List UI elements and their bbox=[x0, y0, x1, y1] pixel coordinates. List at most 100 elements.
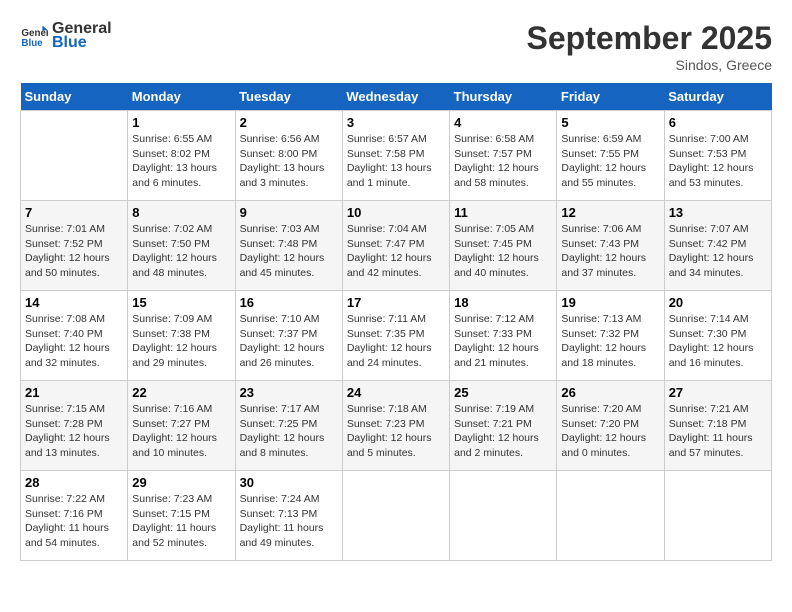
calendar-cell: 17 Sunrise: 7:11 AMSunset: 7:35 PMDayligh… bbox=[342, 291, 449, 381]
day-info: Sunrise: 7:11 AMSunset: 7:35 PMDaylight:… bbox=[347, 312, 445, 371]
day-info: Sunrise: 7:09 AMSunset: 7:38 PMDaylight:… bbox=[132, 312, 230, 371]
day-number: 6 bbox=[669, 115, 767, 130]
calendar-cell: 25Sunrise: 7:19 AMSunset: 7:21 PMDayligh… bbox=[450, 381, 557, 471]
calendar-cell: 4 Sunrise: 6:58 AMSunset: 7:57 PMDaylight… bbox=[450, 111, 557, 201]
calendar-cell: 23 Sunrise: 7:17 AMSunset: 7:25 PMDayligh… bbox=[235, 381, 342, 471]
svg-text:Blue: Blue bbox=[21, 38, 43, 49]
calendar-cell: 18 Sunrise: 7:12 AMSunset: 7:33 PMDayligh… bbox=[450, 291, 557, 381]
title-block: September 2025 Sindos, Greece bbox=[527, 20, 772, 73]
day-info: Sunrise: 7:03 AMSunset: 7:48 PMDaylight:… bbox=[240, 222, 338, 281]
calendar-cell: 7 Sunrise: 7:01 AMSunset: 7:52 PMDaylight… bbox=[21, 201, 128, 291]
calendar-week-row: 28 Sunrise: 7:22 AMSunset: 7:16 PMDayligh… bbox=[21, 471, 772, 561]
day-number: 30 bbox=[240, 475, 338, 490]
day-info: Sunrise: 7:23 AMSunset: 7:15 PMDaylight:… bbox=[132, 492, 230, 551]
day-info: Sunrise: 6:58 AMSunset: 7:57 PMDaylight:… bbox=[454, 132, 552, 191]
page-header: General Blue General Blue September 2025… bbox=[20, 20, 772, 73]
day-info: Sunrise: 6:57 AMSunset: 7:58 PMDaylight:… bbox=[347, 132, 445, 191]
day-number: 26 bbox=[561, 385, 659, 400]
calendar-week-row: 7 Sunrise: 7:01 AMSunset: 7:52 PMDaylight… bbox=[21, 201, 772, 291]
day-number: 2 bbox=[240, 115, 338, 130]
day-of-week-header: Wednesday bbox=[342, 83, 449, 111]
day-info: Sunrise: 7:06 AMSunset: 7:43 PMDaylight:… bbox=[561, 222, 659, 281]
calendar-cell: 8 Sunrise: 7:02 AMSunset: 7:50 PMDaylight… bbox=[128, 201, 235, 291]
calendar-cell: 27 Sunrise: 7:21 AMSunset: 7:18 PMDayligh… bbox=[664, 381, 771, 471]
day-number: 18 bbox=[454, 295, 552, 310]
calendar-cell: 9Sunrise: 7:03 AMSunset: 7:48 PMDaylight… bbox=[235, 201, 342, 291]
day-of-week-header: Sunday bbox=[21, 83, 128, 111]
day-number: 13 bbox=[669, 205, 767, 220]
day-number: 24 bbox=[347, 385, 445, 400]
calendar-cell: 6 Sunrise: 7:00 AMSunset: 7:53 PMDaylight… bbox=[664, 111, 771, 201]
day-number: 7 bbox=[25, 205, 123, 220]
day-number: 29 bbox=[132, 475, 230, 490]
calendar-cell: 22 Sunrise: 7:16 AMSunset: 7:27 PMDayligh… bbox=[128, 381, 235, 471]
day-number: 27 bbox=[669, 385, 767, 400]
day-info: Sunrise: 7:12 AMSunset: 7:33 PMDaylight:… bbox=[454, 312, 552, 371]
calendar-cell: 11Sunrise: 7:05 AMSunset: 7:45 PMDayligh… bbox=[450, 201, 557, 291]
calendar-cell: 29 Sunrise: 7:23 AMSunset: 7:15 PMDayligh… bbox=[128, 471, 235, 561]
day-number: 19 bbox=[561, 295, 659, 310]
day-number: 21 bbox=[25, 385, 123, 400]
day-of-week-header: Friday bbox=[557, 83, 664, 111]
calendar-cell: 1Sunrise: 6:55 AMSunset: 8:02 PMDaylight… bbox=[128, 111, 235, 201]
calendar-cell: 2 Sunrise: 6:56 AMSunset: 8:00 PMDaylight… bbox=[235, 111, 342, 201]
day-info: Sunrise: 7:17 AMSunset: 7:25 PMDaylight:… bbox=[240, 402, 338, 461]
day-number: 8 bbox=[132, 205, 230, 220]
day-number: 15 bbox=[132, 295, 230, 310]
day-info: Sunrise: 7:01 AMSunset: 7:52 PMDaylight:… bbox=[25, 222, 123, 281]
day-number: 4 bbox=[454, 115, 552, 130]
logo: General Blue General Blue bbox=[20, 20, 112, 52]
day-info: Sunrise: 7:16 AMSunset: 7:27 PMDaylight:… bbox=[132, 402, 230, 461]
day-info: Sunrise: 7:18 AMSunset: 7:23 PMDaylight:… bbox=[347, 402, 445, 461]
calendar-cell: 12 Sunrise: 7:06 AMSunset: 7:43 PMDayligh… bbox=[557, 201, 664, 291]
calendar-header-row: SundayMondayTuesdayWednesdayThursdayFrid… bbox=[21, 83, 772, 111]
day-info: Sunrise: 7:02 AMSunset: 7:50 PMDaylight:… bbox=[132, 222, 230, 281]
calendar-week-row: 14 Sunrise: 7:08 AMSunset: 7:40 PMDayligh… bbox=[21, 291, 772, 381]
calendar-cell: 19 Sunrise: 7:13 AMSunset: 7:32 PMDayligh… bbox=[557, 291, 664, 381]
day-info: Sunrise: 7:04 AMSunset: 7:47 PMDaylight:… bbox=[347, 222, 445, 281]
calendar-cell: 3Sunrise: 6:57 AMSunset: 7:58 PMDaylight… bbox=[342, 111, 449, 201]
calendar-cell: 28 Sunrise: 7:22 AMSunset: 7:16 PMDayligh… bbox=[21, 471, 128, 561]
day-info: Sunrise: 7:13 AMSunset: 7:32 PMDaylight:… bbox=[561, 312, 659, 371]
calendar-cell: 30 Sunrise: 7:24 AMSunset: 7:13 PMDayligh… bbox=[235, 471, 342, 561]
day-number: 16 bbox=[240, 295, 338, 310]
day-number: 17 bbox=[347, 295, 445, 310]
calendar-cell: 26 Sunrise: 7:20 AMSunset: 7:20 PMDayligh… bbox=[557, 381, 664, 471]
day-of-week-header: Monday bbox=[128, 83, 235, 111]
day-number: 10 bbox=[347, 205, 445, 220]
day-of-week-header: Tuesday bbox=[235, 83, 342, 111]
day-number: 5 bbox=[561, 115, 659, 130]
day-number: 20 bbox=[669, 295, 767, 310]
day-number: 1 bbox=[132, 115, 230, 130]
day-info: Sunrise: 7:07 AMSunset: 7:42 PMDaylight:… bbox=[669, 222, 767, 281]
day-info: Sunrise: 7:00 AMSunset: 7:53 PMDaylight:… bbox=[669, 132, 767, 191]
day-number: 23 bbox=[240, 385, 338, 400]
calendar-cell: 16Sunrise: 7:10 AMSunset: 7:37 PMDayligh… bbox=[235, 291, 342, 381]
calendar-cell bbox=[664, 471, 771, 561]
calendar-table: SundayMondayTuesdayWednesdayThursdayFrid… bbox=[20, 83, 772, 561]
location-title: Sindos, Greece bbox=[527, 57, 772, 73]
month-title: September 2025 bbox=[527, 20, 772, 57]
day-number: 25 bbox=[454, 385, 552, 400]
calendar-week-row: 1Sunrise: 6:55 AMSunset: 8:02 PMDaylight… bbox=[21, 111, 772, 201]
calendar-cell: 14 Sunrise: 7:08 AMSunset: 7:40 PMDayligh… bbox=[21, 291, 128, 381]
day-number: 28 bbox=[25, 475, 123, 490]
day-number: 12 bbox=[561, 205, 659, 220]
day-number: 22 bbox=[132, 385, 230, 400]
day-info: Sunrise: 7:20 AMSunset: 7:20 PMDaylight:… bbox=[561, 402, 659, 461]
calendar-week-row: 21Sunrise: 7:15 AMSunset: 7:28 PMDayligh… bbox=[21, 381, 772, 471]
calendar-cell: 10 Sunrise: 7:04 AMSunset: 7:47 PMDayligh… bbox=[342, 201, 449, 291]
day-info: Sunrise: 7:21 AMSunset: 7:18 PMDaylight:… bbox=[669, 402, 767, 461]
calendar-cell bbox=[21, 111, 128, 201]
day-info: Sunrise: 6:59 AMSunset: 7:55 PMDaylight:… bbox=[561, 132, 659, 191]
day-info: Sunrise: 7:22 AMSunset: 7:16 PMDaylight:… bbox=[25, 492, 123, 551]
day-info: Sunrise: 6:56 AMSunset: 8:00 PMDaylight:… bbox=[240, 132, 338, 191]
calendar-cell: 13 Sunrise: 7:07 AMSunset: 7:42 PMDayligh… bbox=[664, 201, 771, 291]
calendar-cell bbox=[557, 471, 664, 561]
day-info: Sunrise: 7:24 AMSunset: 7:13 PMDaylight:… bbox=[240, 492, 338, 551]
calendar-cell: 5 Sunrise: 6:59 AMSunset: 7:55 PMDaylight… bbox=[557, 111, 664, 201]
calendar-cell bbox=[450, 471, 557, 561]
day-number: 14 bbox=[25, 295, 123, 310]
day-info: Sunrise: 7:08 AMSunset: 7:40 PMDaylight:… bbox=[25, 312, 123, 371]
calendar-cell bbox=[342, 471, 449, 561]
